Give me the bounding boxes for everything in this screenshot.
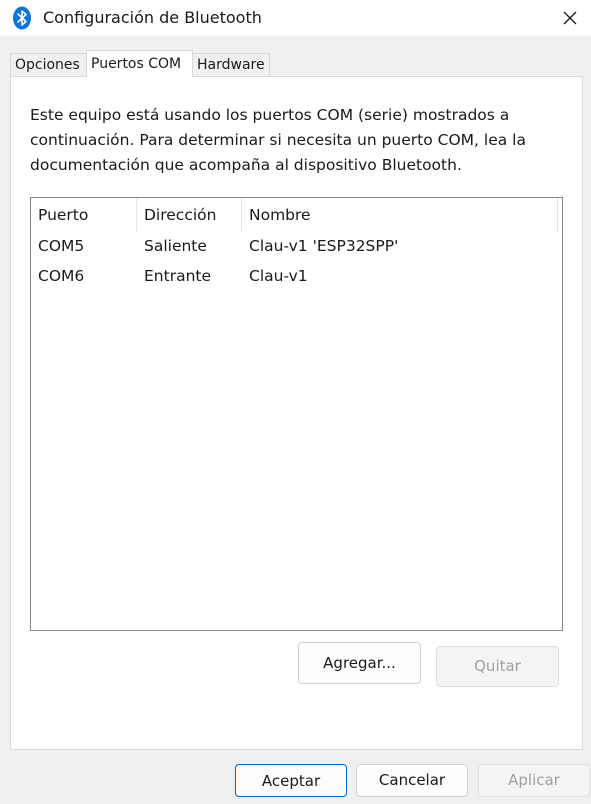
tab-opciones[interactable]: Opciones	[10, 53, 87, 76]
cell-puerto: COM5	[38, 237, 85, 255]
title-bar: Configuración de Bluetooth	[0, 0, 591, 36]
apply-button[interactable]: Aplicar	[478, 764, 590, 797]
cell-nombre: Clau-v1	[249, 267, 308, 285]
list-header: Puerto Dirección Nombre	[31, 198, 558, 231]
cell-nombre: Clau-v1 'ESP32SPP'	[249, 237, 399, 255]
ok-button[interactable]: Aceptar	[235, 764, 347, 797]
add-button[interactable]: Agregar...	[298, 642, 421, 684]
tab-puertos-com[interactable]: Puertos COM	[86, 50, 193, 77]
cell-direccion: Saliente	[144, 237, 207, 255]
table-row[interactable]: COM5 Saliente Clau-v1 'ESP32SPP'	[31, 231, 558, 261]
tab-hardware[interactable]: Hardware	[192, 53, 270, 76]
table-row[interactable]: COM6 Entrante Clau-v1	[31, 261, 558, 291]
remove-button[interactable]: Quitar	[436, 646, 559, 687]
tab-label: Puertos COM	[91, 56, 182, 72]
cell-direccion: Entrante	[144, 267, 212, 285]
ports-list[interactable]: Puerto Dirección Nombre COM5 Saliente Cl…	[30, 197, 563, 631]
close-button[interactable]	[549, 0, 591, 36]
window-title: Configuración de Bluetooth	[43, 8, 262, 27]
cell-puerto: COM6	[38, 267, 85, 285]
column-header-direccion[interactable]: Dirección	[137, 198, 242, 231]
cancel-button[interactable]: Cancelar	[356, 764, 468, 797]
close-icon	[563, 11, 577, 25]
tab-label: Hardware	[197, 57, 265, 73]
description-text: Este equipo está usando los puertos COM …	[30, 106, 526, 174]
tab-label: Opciones	[15, 57, 80, 73]
column-header-nombre[interactable]: Nombre	[242, 198, 558, 231]
column-header-puerto[interactable]: Puerto	[31, 198, 137, 231]
bluetooth-icon	[13, 6, 31, 30]
